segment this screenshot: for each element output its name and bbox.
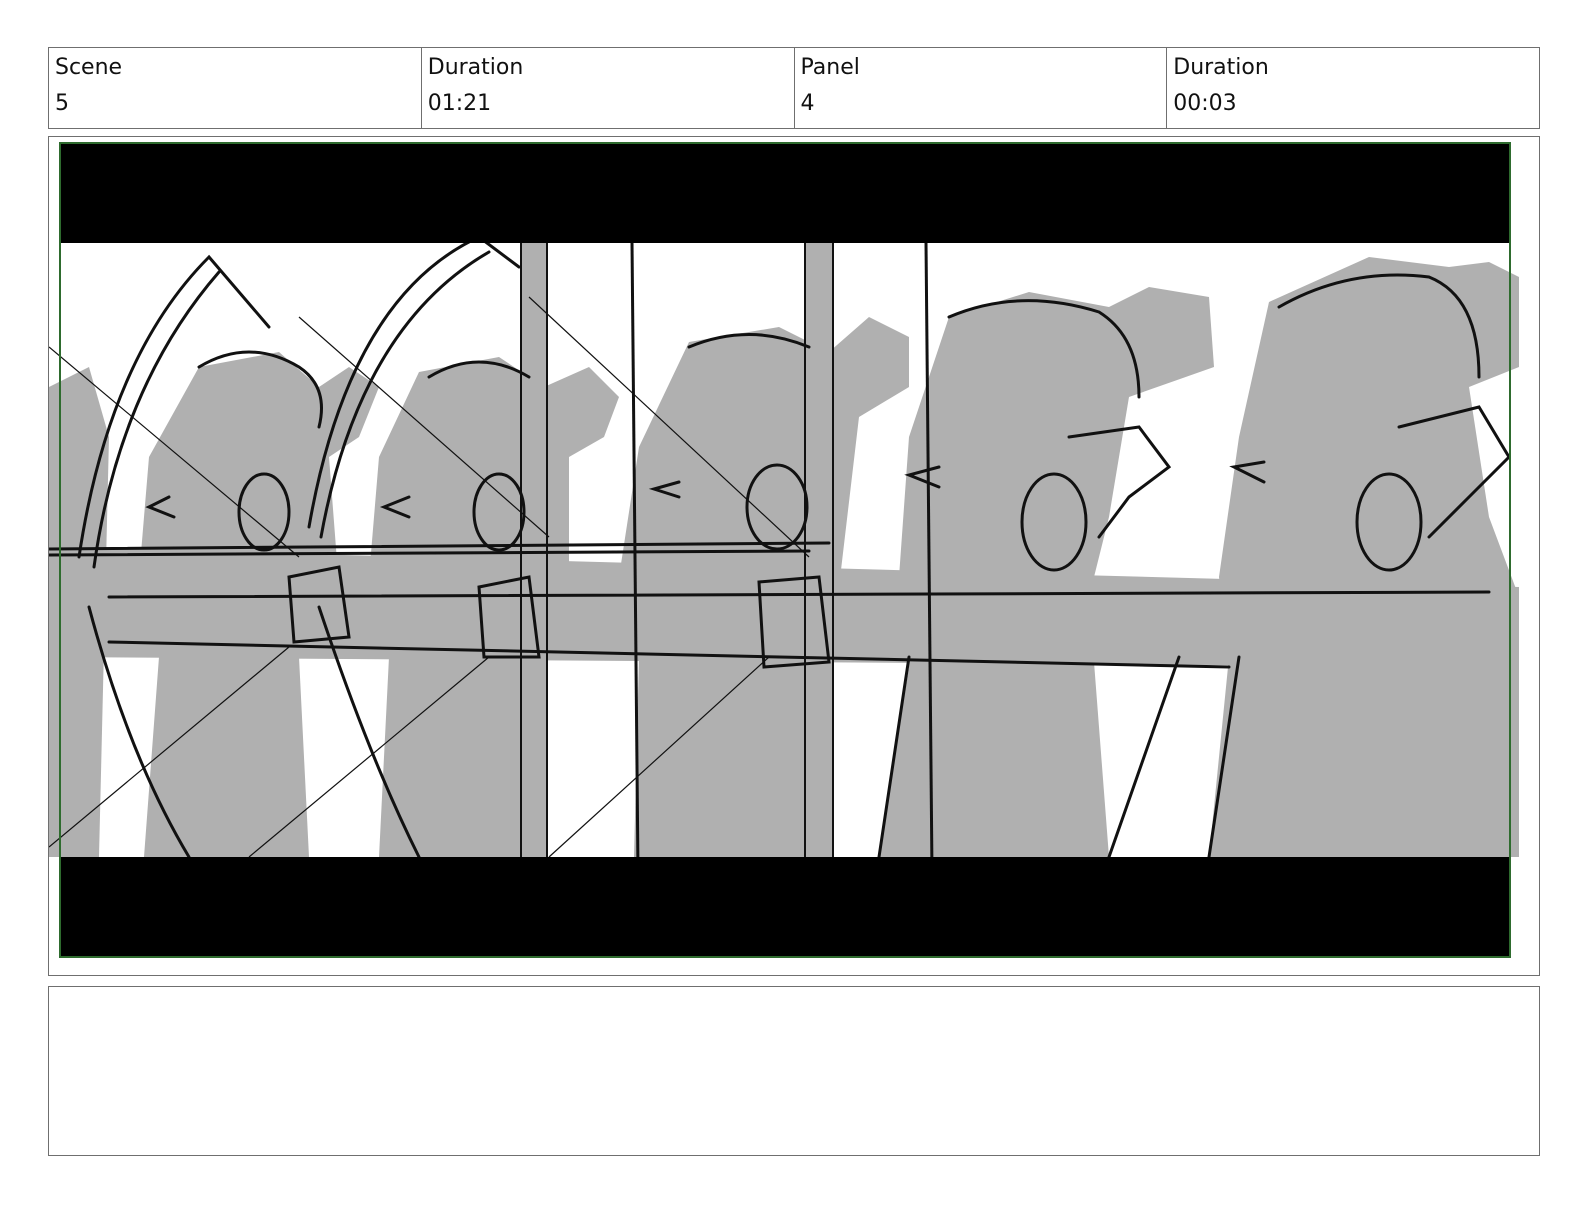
storyboard-panel-frame (48, 136, 1540, 976)
panel-info-header: Scene 5 Duration 01:21 Panel 4 Duration … (48, 47, 1540, 129)
panel-duration-cell: Duration 00:03 (1167, 48, 1539, 128)
panel-value: 4 (800, 91, 815, 116)
storyboard-sketch (49, 137, 1539, 975)
scene-duration-value: 01:21 (427, 91, 492, 116)
scene-value: 5 (55, 91, 69, 116)
panel-cell: Panel 4 (795, 48, 1168, 128)
panel-notes-box (48, 986, 1540, 1156)
panel-duration-label: Duration (1173, 55, 1269, 80)
scene-duration-label: Duration (427, 55, 524, 80)
scene-duration-cell: Duration 01:21 (422, 48, 795, 128)
scene-label: Scene (55, 55, 123, 80)
panel-label: Panel (800, 55, 860, 80)
panel-duration-value: 00:03 (1173, 91, 1237, 116)
scene-cell: Scene 5 (49, 48, 422, 128)
